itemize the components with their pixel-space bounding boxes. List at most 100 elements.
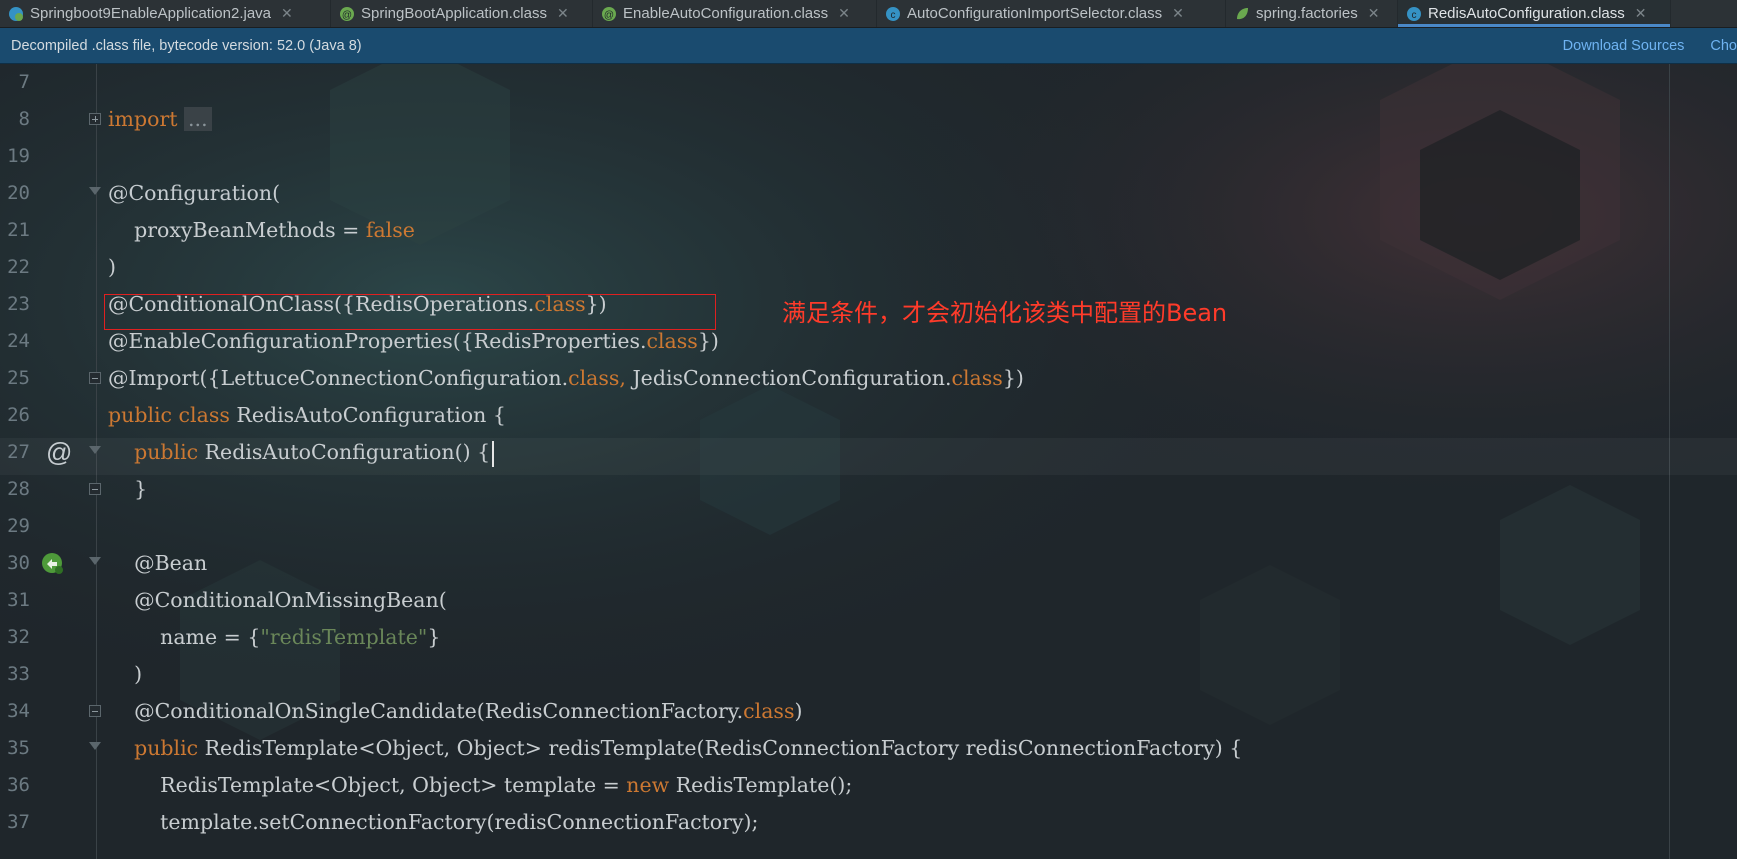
spring-leaf-icon (1237, 7, 1248, 19)
code-token: new (626, 773, 676, 797)
line-number: 21 (7, 219, 30, 241)
code-token: , (619, 366, 633, 390)
annotation-note: 满足条件，才会初始化该类中配置的Bean (782, 299, 1228, 327)
code-line: 20 @Configuration( (0, 175, 1737, 212)
code-token: RedisTemplate<Object, Object> redisTempl… (204, 736, 1243, 760)
code-line: 31 @ConditionalOnMissingBean( (0, 582, 1737, 619)
folded-imports[interactable]: ... (184, 107, 212, 131)
tab-label: SpringBootApplication.class (361, 5, 547, 22)
code-line: 7 (0, 64, 1737, 101)
line-number: 26 (7, 404, 30, 426)
code-token: public (108, 736, 205, 760)
code-token: @EnableConfigurationProperties({RedisPro… (108, 329, 647, 353)
code-token: RedisAutoConfiguration() { (204, 440, 491, 464)
code-text: ) (108, 662, 143, 686)
line-number: 30 (7, 552, 30, 574)
line-number: 29 (7, 515, 30, 537)
svg-text:@: @ (604, 10, 614, 21)
code-editor[interactable]: 7 8 import ... 19 20 @Configuration( 21 … (0, 64, 1737, 859)
line-number: 25 (7, 367, 30, 389)
code-line: 30 @Bean (0, 545, 1737, 582)
tab-springboot9-enable-application2[interactable]: Springboot9EnableApplication2.java ✕ (0, 0, 331, 27)
tab-label: EnableAutoConfiguration.class (623, 5, 829, 22)
tab-redis-auto-configuration[interactable]: c RedisAutoConfiguration.class ✕ (1398, 0, 1671, 27)
tab-label: Springboot9EnableApplication2.java (30, 5, 272, 22)
close-icon[interactable]: ✕ (1368, 5, 1380, 22)
tab-spring-factories[interactable]: spring.factories ✕ (1226, 0, 1398, 27)
tab-enable-auto-configuration[interactable]: @ EnableAutoConfiguration.class ✕ (593, 0, 877, 27)
code-token: class (568, 366, 620, 390)
fold-end-icon[interactable] (89, 483, 101, 495)
code-text: ) (108, 255, 116, 279)
close-icon[interactable]: ✕ (281, 5, 293, 22)
code-token: @Import({LettuceConnectionConfiguration. (108, 366, 569, 390)
code-line: 29 (0, 508, 1737, 545)
code-token: JedisConnectionConfiguration. (632, 366, 952, 390)
code-token: public class (108, 403, 237, 427)
code-token: @ConditionalOnSingleCandidate(RedisConne… (108, 699, 744, 723)
line-number: 34 (7, 700, 30, 722)
code-token: }) (1002, 366, 1024, 390)
tab-spring-boot-application[interactable]: @ SpringBootApplication.class ✕ (331, 0, 593, 27)
code-line: 19 (0, 138, 1737, 175)
bean-navigation-icon[interactable] (40, 551, 66, 577)
line-number: 28 (7, 478, 30, 500)
fold-collapse-icon[interactable] (89, 446, 101, 458)
line-number: 32 (7, 626, 30, 648)
download-sources-link[interactable]: Download Sources (1563, 38, 1685, 54)
code-token: public (108, 440, 205, 464)
code-token: "redisTemplate" (260, 625, 428, 649)
code-token: import (108, 107, 178, 131)
line-number: 33 (7, 663, 30, 685)
code-line: 21 proxyBeanMethods = false (0, 212, 1737, 249)
line-number: 7 (18, 71, 30, 93)
svg-text:c: c (891, 10, 896, 21)
code-line: 28 } (0, 471, 1737, 508)
fold-expand-icon[interactable] (89, 113, 101, 125)
code-line: 26 public class RedisAutoConfiguration { (0, 397, 1737, 434)
override-at-icon[interactable]: @ (46, 439, 72, 465)
class-icon: c (1407, 6, 1421, 21)
code-text: @Bean (108, 551, 208, 575)
line-number: 20 (7, 182, 30, 204)
code-line: 32 name = {"redisTemplate"} (0, 619, 1737, 656)
line-number: 37 (7, 811, 30, 833)
code-text: template.setConnectionFactory(redisConne… (108, 810, 759, 834)
tab-label: AutoConfigurationImportSelector.class (907, 5, 1163, 22)
line-number: 36 (7, 774, 30, 796)
text-cursor (492, 440, 495, 467)
code-token: ) (794, 699, 803, 723)
code-line: 37 template.setConnectionFactory(redisCo… (0, 804, 1737, 841)
tab-label: spring.factories (1256, 5, 1358, 22)
code-token: class (646, 329, 698, 353)
fold-collapse-icon[interactable] (89, 742, 101, 754)
code-token: class (951, 366, 1003, 390)
close-icon[interactable]: ✕ (838, 5, 850, 22)
close-icon[interactable]: ✕ (557, 5, 569, 22)
line-number: 24 (7, 330, 30, 352)
fold-end-icon[interactable] (89, 372, 101, 384)
annotation-class-icon: @ (340, 6, 354, 21)
choose-sources-link[interactable]: Cho (1710, 38, 1737, 54)
line-number: 35 (7, 737, 30, 759)
close-icon[interactable]: ✕ (1635, 5, 1647, 22)
code-text: @Configuration( (108, 181, 281, 205)
code-token: } (427, 625, 441, 649)
code-line: 25 @Import({LettuceConnectionConfigurati… (0, 360, 1737, 397)
tab-auto-configuration-import-selector[interactable]: c AutoConfigurationImportSelector.class … (877, 0, 1226, 27)
code-line: 8 import ... (0, 101, 1737, 138)
close-icon[interactable]: ✕ (1172, 5, 1184, 22)
code-line: 36 RedisTemplate<Object, Object> templat… (0, 767, 1737, 804)
code-line: 34 @ConditionalOnSingleCandidate(RedisCo… (0, 693, 1737, 730)
fold-end-icon[interactable] (89, 705, 101, 717)
fold-collapse-icon[interactable] (89, 557, 101, 569)
spring-class-icon (9, 6, 23, 21)
line-number: 23 (7, 293, 30, 315)
svg-text:c: c (1412, 10, 1417, 21)
tab-label: RedisAutoConfiguration.class (1428, 5, 1625, 22)
line-number: 31 (7, 589, 30, 611)
code-token: RedisTemplate(); (675, 773, 853, 797)
code-text: @ConditionalOnMissingBean( (108, 588, 447, 612)
fold-collapse-icon[interactable] (89, 187, 101, 199)
svg-text:@: @ (342, 10, 352, 21)
